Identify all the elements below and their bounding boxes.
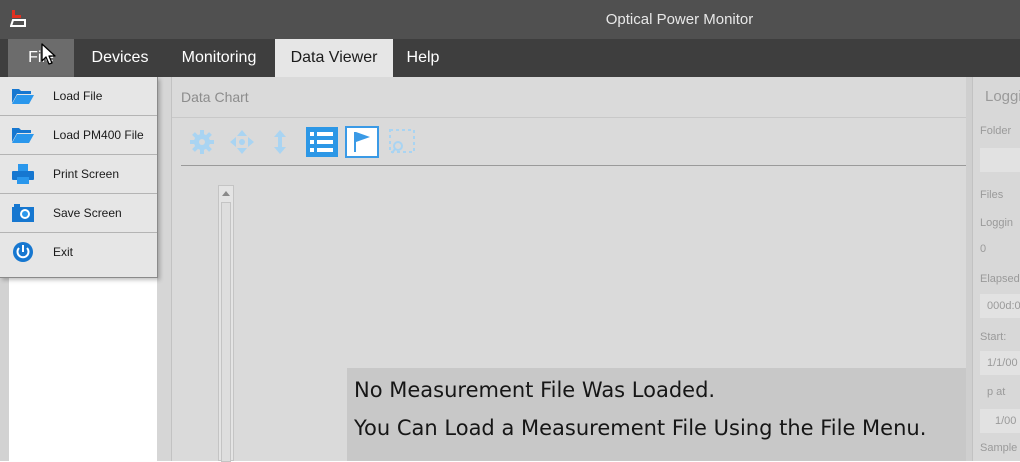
stop-label: p at xyxy=(987,386,1006,398)
elapsed-value: 000d:0 xyxy=(987,300,1020,312)
folder-label: Folder xyxy=(980,125,1012,137)
logging-value: 0 xyxy=(980,243,987,255)
menu-bar: File Devices Monitoring Data Viewer Help xyxy=(0,39,1020,77)
notice-line-2: You Can Load a Measurement File Using th… xyxy=(354,416,927,440)
panel-gutter xyxy=(157,77,171,461)
chart-panel-title: Data Chart xyxy=(181,89,249,105)
file-menu-exit[interactable]: Exit xyxy=(0,233,157,272)
chart-vertical-scrollbar[interactable] xyxy=(218,185,234,462)
window-title: Optical Power Monitor xyxy=(605,11,754,28)
menu-monitoring[interactable]: Monitoring xyxy=(166,39,272,77)
scroll-up-arrow-icon[interactable] xyxy=(221,188,231,200)
chart-toolbar xyxy=(172,118,967,166)
file-menu-item-label: Load PM400 File xyxy=(53,128,144,142)
flag-marker-icon[interactable] xyxy=(344,124,380,160)
settings-gear-icon[interactable] xyxy=(184,124,220,160)
vertical-scale-icon[interactable] xyxy=(262,124,298,160)
start-value: 1/1/00 xyxy=(987,357,1018,369)
stop-value: 1/00 xyxy=(995,415,1017,427)
chart-header: Data Chart xyxy=(172,77,967,118)
file-menu-item-label: Save Screen xyxy=(53,206,122,220)
folder-open-icon xyxy=(12,128,34,143)
no-file-notice: No Measurement File Was Loaded. You Can … xyxy=(347,368,995,461)
toolbar-divider xyxy=(181,165,967,166)
menu-data-viewer[interactable]: Data Viewer xyxy=(275,39,393,77)
file-menu-save-screen[interactable]: Save Screen xyxy=(0,194,157,233)
pan-move-icon[interactable] xyxy=(224,124,260,160)
mouse-cursor-icon xyxy=(41,43,56,65)
file-menu-item-label: Exit xyxy=(53,245,74,259)
power-icon xyxy=(13,242,33,262)
file-menu-print-screen[interactable]: Print Screen xyxy=(0,155,157,194)
folder-open-icon xyxy=(12,89,34,104)
scroll-thumb[interactable] xyxy=(221,202,231,462)
printer-icon xyxy=(12,164,34,184)
file-menu-item-label: Print Screen xyxy=(53,167,120,181)
list-view-icon[interactable] xyxy=(304,124,340,160)
logging-panel: Loggi Folder Files Loggin 0 Elapsed 000d… xyxy=(972,77,1020,461)
start-label: Start: xyxy=(980,331,1007,343)
title-bar: Optical Power Monitor xyxy=(0,0,1020,39)
files-label: Files xyxy=(980,189,1004,201)
menu-devices[interactable]: Devices xyxy=(80,39,160,77)
file-menu-dropdown: Load File Load PM400 File Print Screen S… xyxy=(0,77,158,278)
sample-label: Sample xyxy=(980,442,1018,454)
zoom-selection-icon[interactable] xyxy=(384,124,420,160)
file-menu-load-pm400-file[interactable]: Load PM400 File xyxy=(0,116,157,155)
folder-field[interactable] xyxy=(980,148,1020,172)
file-menu-load-file[interactable]: Load File xyxy=(0,77,157,116)
notice-line-1: No Measurement File Was Loaded. xyxy=(354,378,716,402)
logging-panel-title: Loggi xyxy=(985,88,1020,105)
menu-help[interactable]: Help xyxy=(396,39,450,77)
logging-label: Loggin xyxy=(980,217,1014,229)
file-menu-item-label: Load File xyxy=(53,89,103,103)
elapsed-label: Elapsed xyxy=(980,273,1020,285)
camera-icon xyxy=(12,204,34,222)
